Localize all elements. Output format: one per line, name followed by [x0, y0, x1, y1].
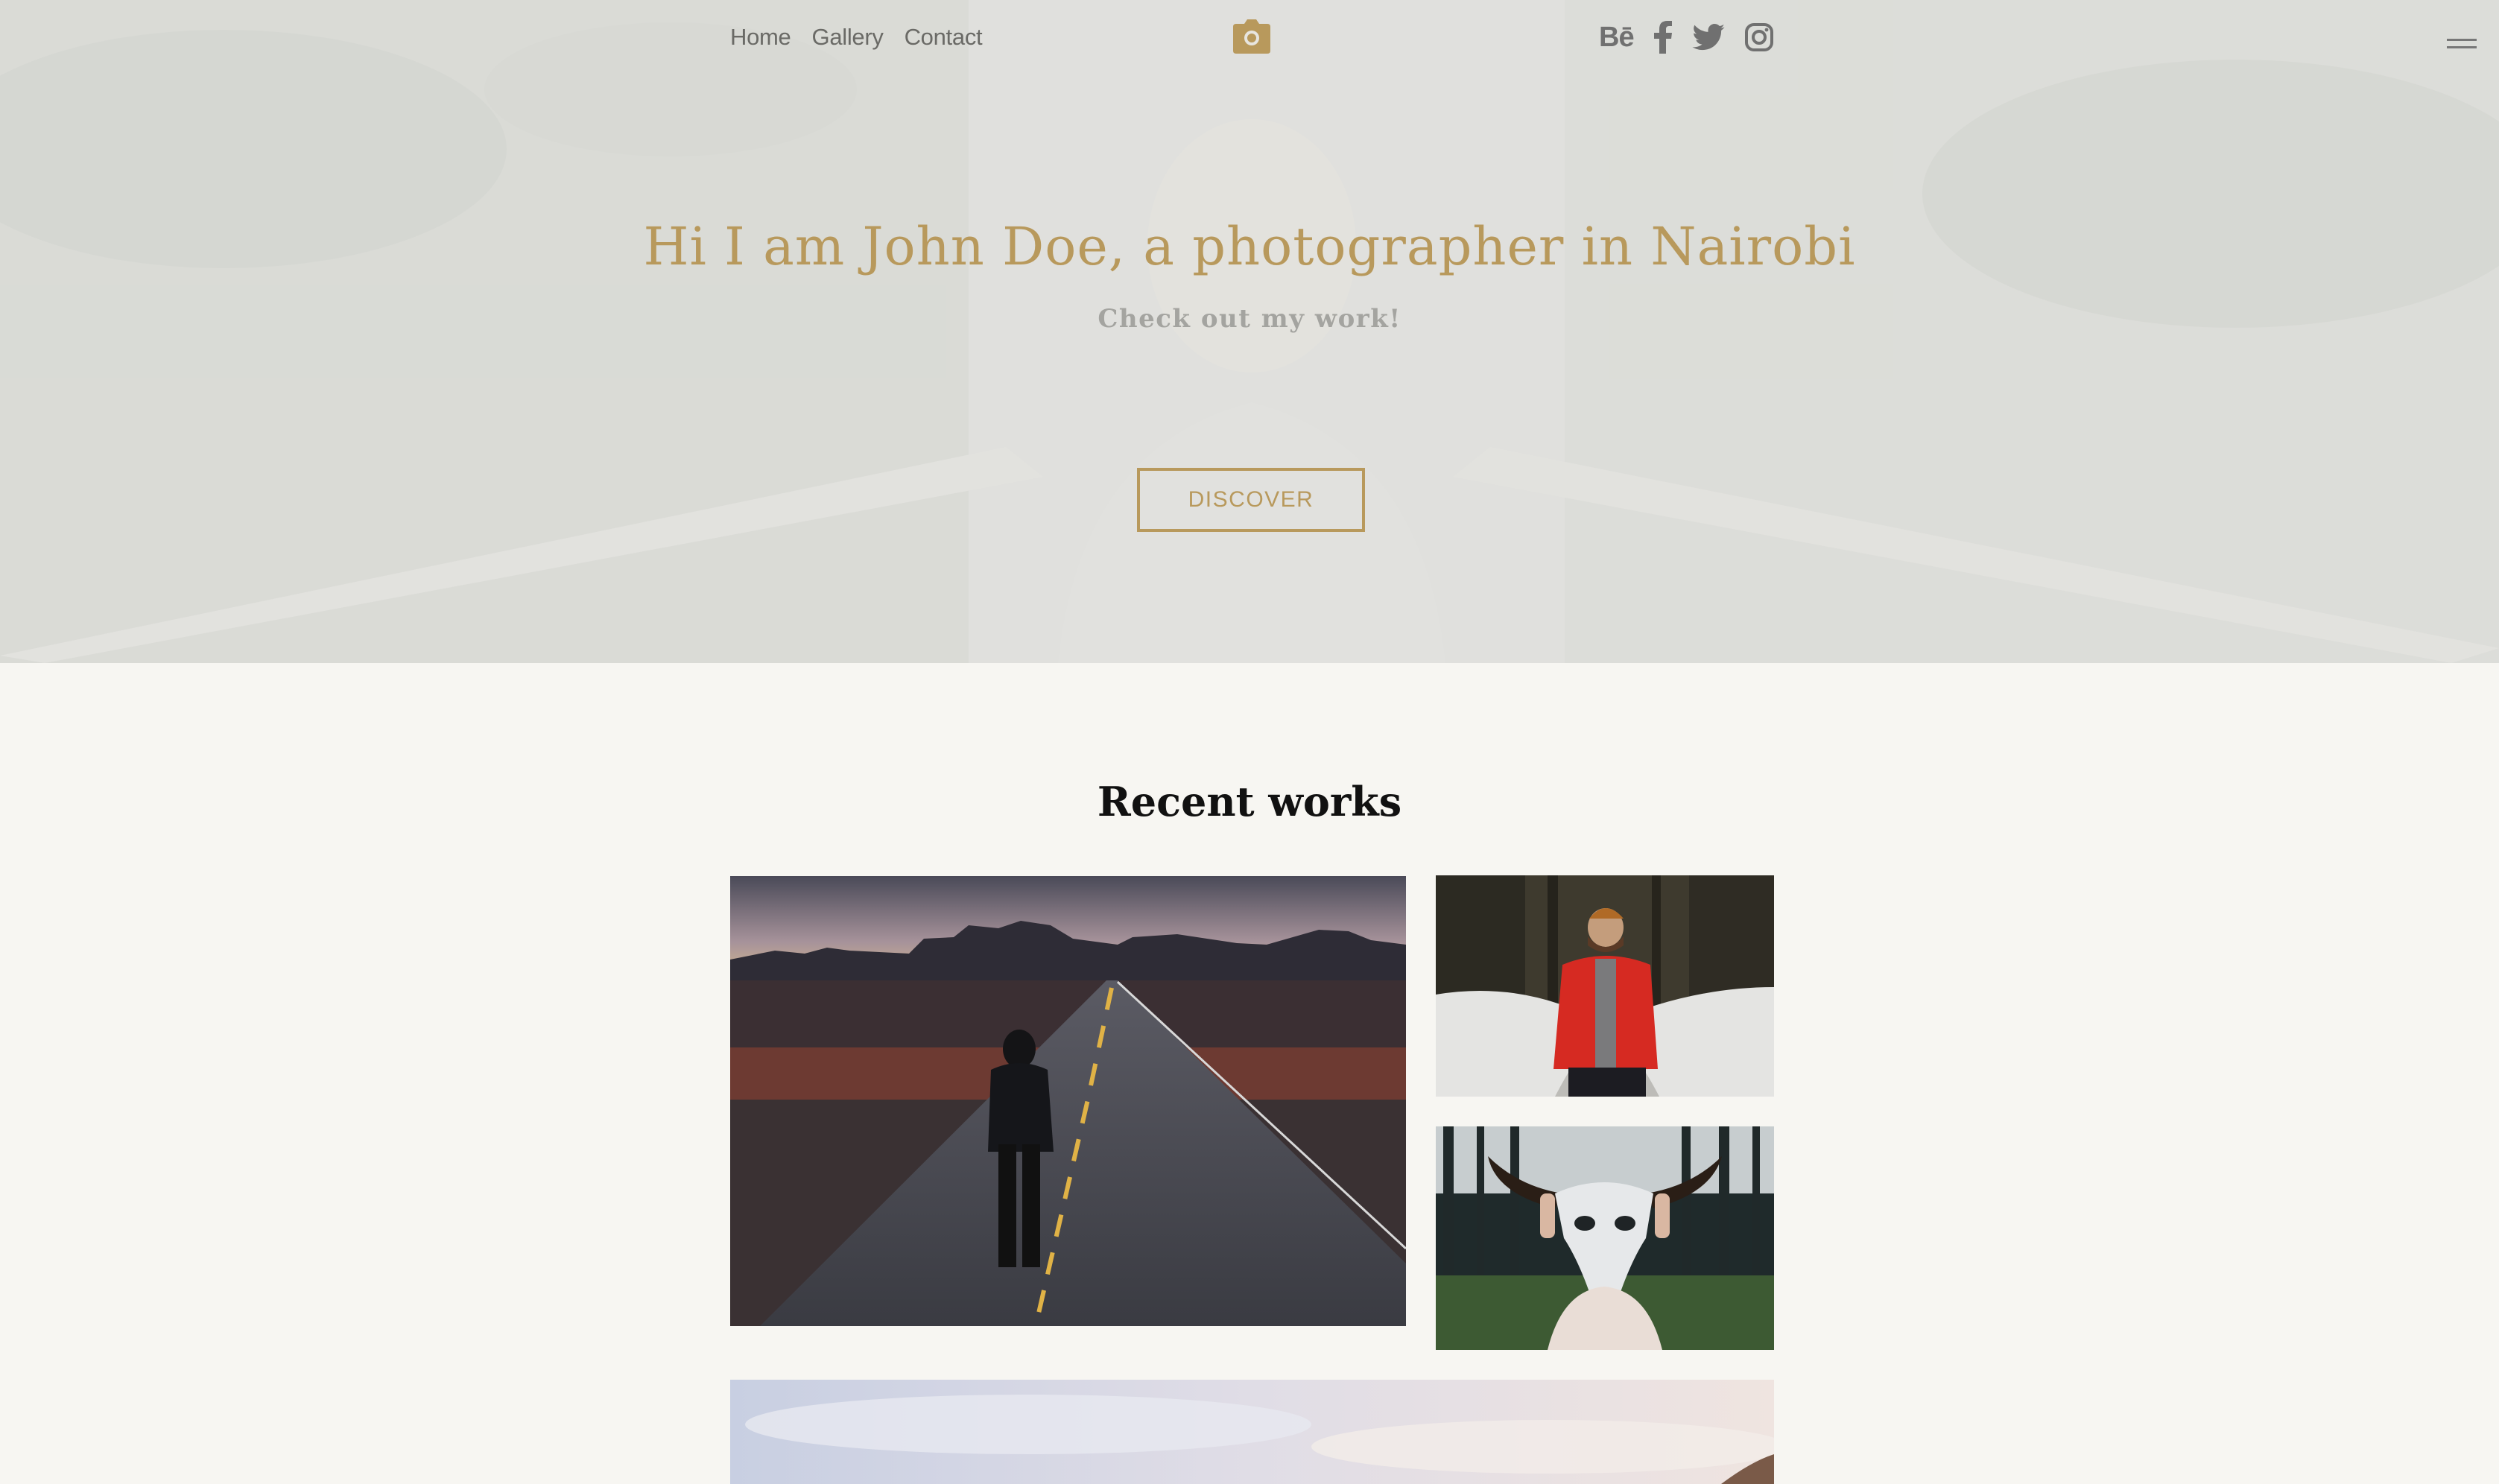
- behance-label: Bē: [1599, 21, 1635, 53]
- work-image-red-jacket[interactable]: [1436, 875, 1774, 1097]
- hero-title: Hi I am John Doe, a photographer in Nair…: [643, 216, 1856, 277]
- behance-icon[interactable]: Bē: [1599, 19, 1635, 55]
- nav-contact[interactable]: Contact: [905, 24, 983, 51]
- work-image-road[interactable]: [730, 876, 1406, 1326]
- twitter-icon[interactable]: [1691, 19, 1725, 55]
- discover-button[interactable]: DISCOVER: [1137, 468, 1365, 532]
- hero-section: Home Gallery Contact Bē Hi I am John Doe…: [0, 0, 2499, 663]
- facebook-icon[interactable]: [1653, 19, 1673, 55]
- camera-icon[interactable]: [1233, 19, 1270, 54]
- main-nav: Home Gallery Contact: [730, 24, 983, 51]
- menu-icon[interactable]: [2447, 39, 2477, 51]
- nav-gallery[interactable]: Gallery: [812, 24, 884, 51]
- work-image-sky[interactable]: [730, 1380, 1774, 1484]
- hero-subtitle: Check out my work!: [1098, 304, 1401, 334]
- instagram-icon[interactable]: [1744, 19, 1774, 55]
- work-image-skull[interactable]: [1436, 1126, 1774, 1350]
- social-links: Bē: [1599, 19, 1774, 55]
- recent-works-title: Recent works: [1097, 778, 1402, 825]
- nav-home[interactable]: Home: [730, 24, 791, 51]
